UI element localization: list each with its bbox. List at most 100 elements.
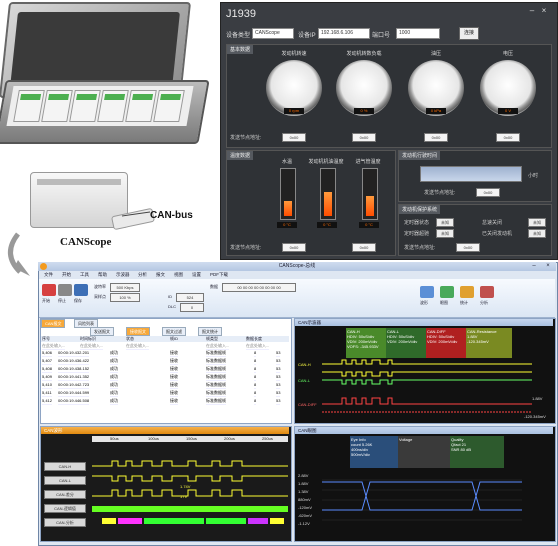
protect-label: 定时器超驰 — [404, 231, 430, 237]
device-type-field[interactable]: CANScope — [252, 28, 294, 39]
table-cell-time: 00:00:19.444.599 — [58, 390, 90, 397]
vdiv-value: VDIV: 200mV/div — [387, 339, 418, 344]
col-status[interactable]: 状态 — [126, 336, 134, 342]
row-label[interactable]: CAN-L — [44, 476, 86, 485]
analysis-icon[interactable] — [480, 286, 494, 298]
tab-send[interactable]: 发送报文 — [90, 327, 114, 336]
menu-scope[interactable]: 示波器 — [116, 272, 130, 278]
gauge-readout: 0 V — [498, 108, 518, 114]
send-addr-value: 0x00 — [352, 133, 376, 142]
menu-pdf[interactable]: PDF下载 — [210, 272, 228, 278]
menu-help[interactable]: 帮助 — [98, 272, 107, 278]
filter-hint[interactable]: 在此处输入... — [42, 343, 66, 350]
tab-receive[interactable]: 接收报文 — [126, 327, 150, 336]
vdiv-value: VDIV: 200mV/div — [427, 339, 458, 344]
filter-hint[interactable]: 在此处输入... — [126, 343, 150, 350]
table-cell-time: 00:00:19.441.352 — [58, 374, 90, 381]
filter-hint[interactable]: 在此处输入... — [206, 343, 230, 350]
table-cell-status: 成功 — [110, 398, 118, 405]
stop-icon[interactable] — [58, 284, 72, 296]
device-type-label: 设备类型 — [226, 33, 251, 39]
eye-button-label: 眼图 — [440, 300, 448, 305]
analysis-button-label: 分析 — [480, 300, 488, 305]
minimize-icon[interactable]: – — [530, 263, 538, 271]
col-length[interactable]: 数据长度 — [246, 336, 262, 342]
table-cell-status: 成功 — [110, 358, 118, 365]
tab-stats[interactable]: 报文统计 — [198, 327, 222, 336]
port-field[interactable]: 1000 — [396, 28, 440, 39]
start-button-label: 开始 — [42, 298, 50, 303]
connect-button[interactable]: 连接 — [459, 27, 479, 40]
save-button-label: 保存 — [74, 298, 82, 303]
tab-can-messages[interactable]: CAN报文 — [41, 319, 66, 328]
row-label[interactable]: CAN-差分 — [44, 490, 86, 499]
close-icon[interactable]: × — [540, 6, 548, 15]
eye-diagram-icon[interactable] — [440, 286, 454, 298]
run-time-title: 发动机行驶时间 — [399, 151, 441, 160]
time-tick: 250us — [262, 436, 273, 441]
start-icon[interactable] — [42, 284, 56, 296]
trace-label: CAN-DIFF — [298, 402, 317, 407]
run-time-unit: 小时 — [528, 173, 539, 179]
row-label[interactable]: CAN-分析 — [44, 518, 86, 527]
send-addr-label: 发送节点地址: — [424, 190, 456, 196]
menu-view[interactable]: 视图 — [174, 272, 183, 278]
statistics-icon[interactable] — [460, 286, 474, 298]
close-icon[interactable]: × — [544, 263, 552, 271]
waveform-icon[interactable] — [420, 286, 434, 298]
protect-value: 未知 — [436, 218, 454, 227]
device-ip-field[interactable]: 192.168.6.106 — [318, 28, 370, 39]
y-tick: -1.12V — [298, 521, 310, 526]
minimize-icon[interactable]: – — [528, 6, 536, 15]
baud-field[interactable]: 500 Kbps — [110, 283, 140, 292]
send-addr-label: 发送节点地址: — [230, 135, 262, 141]
table-cell-time: 00:00:19.446.508 — [58, 398, 90, 405]
tab-filter[interactable]: 报文过滤 — [162, 327, 186, 336]
table-cell-seq: 5,406 — [42, 350, 53, 357]
eye-info-vdiv: 500mV/div — [351, 452, 370, 457]
menu-file[interactable]: 文件 — [44, 272, 53, 278]
menu-start[interactable]: 开始 — [62, 272, 71, 278]
id-field[interactable]: 524 — [176, 293, 204, 302]
table-cell-id: 53 — [276, 382, 281, 389]
table-cell-time: 00:00:19.438.152 — [58, 366, 90, 373]
gauge-label: 发动机转速 — [281, 51, 307, 57]
table-cell-len: 8 — [254, 382, 257, 389]
protect-value: 未知 — [528, 229, 546, 238]
col-time[interactable]: 时间标识 — [80, 336, 96, 342]
row-label[interactable]: CAN-逻辑值 — [44, 504, 86, 513]
intake-temp-thermometer — [362, 168, 378, 220]
sample-field[interactable]: 100 % — [110, 293, 140, 302]
col-id[interactable]: 帧ID — [170, 336, 178, 342]
filter-hint[interactable]: 在此处输入... — [80, 343, 104, 350]
gauge-readout: 0 kPa — [426, 108, 446, 114]
col-type[interactable]: 帧类型 — [206, 336, 218, 342]
time-tick: 50us — [110, 436, 119, 441]
dlc-field[interactable]: 0 — [180, 303, 204, 312]
channel-info-can-diff: CAN-DIFF HDIV: 50uS/div VDIV: 200mV/div — [426, 328, 468, 358]
menu-frames[interactable]: 报文 — [156, 272, 165, 278]
trace-label: CAN-L — [298, 378, 311, 383]
table-cell-status: 成功 — [110, 350, 118, 357]
menu-analysis[interactable]: 分析 — [138, 272, 147, 278]
send-addr-label: 发送节点地址: — [230, 245, 262, 251]
menu-settings[interactable]: 设置 — [192, 272, 201, 278]
col-seq[interactable]: 序号 — [42, 336, 50, 342]
menu-tools[interactable]: 工具 — [80, 272, 89, 278]
data-field[interactable]: 00 00 00 00 00 00 00 00 — [222, 283, 296, 292]
thermo-label: 水温 — [281, 159, 292, 165]
filter-hint[interactable]: 在此处输入... — [246, 343, 270, 350]
quality-box: Quality Qfact 21 SNR 80 dB — [450, 436, 504, 468]
gauge-label: 电压 — [502, 51, 513, 57]
test-case-modules — [6, 86, 194, 126]
y-tick: 2.88V — [298, 473, 309, 478]
canscope-label: CANScope — [60, 236, 112, 248]
save-icon[interactable] — [74, 284, 88, 296]
table-cell-len: 8 — [254, 358, 257, 365]
app-logo-icon[interactable] — [40, 263, 47, 270]
row-label[interactable]: CAN-H — [44, 462, 86, 471]
eye-diagram-plot — [322, 479, 522, 521]
water-temp-thermometer — [280, 168, 296, 220]
protection-title: 发动机保护系统 — [399, 205, 441, 214]
eye-info-box: Eye Info count 5.26K 400ns/div 500mV/div — [350, 436, 400, 468]
